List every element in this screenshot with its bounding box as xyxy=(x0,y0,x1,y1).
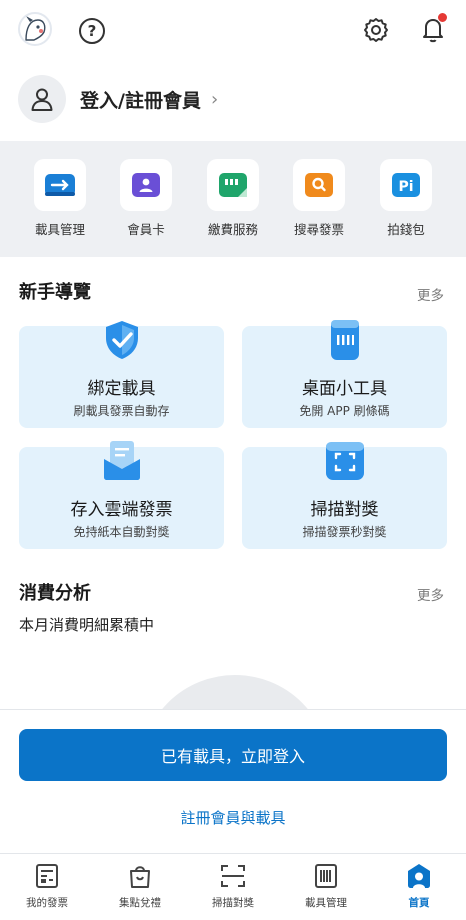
guide-card-title: 掃描對獎 xyxy=(310,500,379,520)
analysis-more-link[interactable]: 更多 xyxy=(417,584,444,604)
chevron-right-icon: › xyxy=(210,88,219,110)
tab-label: 首頁 xyxy=(408,897,430,909)
invoice-icon xyxy=(33,862,61,890)
help-glyph: ? xyxy=(87,22,97,40)
tool-pi-wallet[interactable]: Pi 拍錢包 xyxy=(366,159,446,238)
guide-card-subtitle: 掃描發票秒對獎 xyxy=(302,525,387,539)
tab-my-invoices[interactable]: 我的發票 xyxy=(7,862,87,910)
tool-member-card[interactable]: 會員卡 xyxy=(106,159,186,238)
login-label: 登入/註冊會員 xyxy=(80,89,201,112)
guide-card-title: 桌面小工具 xyxy=(302,379,387,399)
carrier-card-icon xyxy=(34,159,86,211)
analysis-status-text: 本月消費明細累積中 xyxy=(19,616,155,634)
tool-label: 載具管理 xyxy=(34,222,85,237)
tab-scan-prize[interactable]: 掃描對獎 xyxy=(193,862,273,910)
quick-tools: 載具管理 會員卡 繳費服務 搜尋發票 Pi 拍錢包 xyxy=(0,141,466,257)
tool-search-invoice[interactable]: 搜尋發票 xyxy=(279,159,359,238)
svg-text:Pi: Pi xyxy=(398,179,413,195)
search-invoice-icon xyxy=(293,159,345,211)
tool-label: 搜尋發票 xyxy=(293,222,344,237)
scan-icon xyxy=(219,862,247,890)
login-with-carrier-button[interactable]: 已有載具，立即登入 xyxy=(19,729,447,781)
guide-card-bind-carrier[interactable]: 綁定載具 刷載具發票自動存 xyxy=(19,321,224,428)
guide-card-title: 存入雲端發票 xyxy=(70,500,173,520)
shield-check-icon xyxy=(100,318,144,362)
tab-label: 我的發票 xyxy=(26,897,68,909)
guide-more-link[interactable]: 更多 xyxy=(417,284,444,304)
guide-card-subtitle: 刷載具發票自動存 xyxy=(73,404,170,418)
bottom-tab-bar: 我的發票 集點兌禮 掃描對獎 載具管理 首頁 xyxy=(0,853,466,920)
guide-card-subtitle: 免開 APP 刷條碼 xyxy=(299,404,390,418)
shopping-bag-icon xyxy=(126,862,154,890)
tool-label: 會員卡 xyxy=(127,222,165,237)
guide-card-cloud-invoice[interactable]: 存入雲端發票 免持紙本自動對獎 xyxy=(19,441,224,549)
tool-bill-payment[interactable]: 繳費服務 xyxy=(193,159,273,238)
guide-card-subtitle: 免持紙本自動對獎 xyxy=(73,525,170,539)
home-icon xyxy=(405,862,433,890)
guide-card-desktop-widget[interactable]: 桌面小工具 免開 APP 刷條碼 xyxy=(242,320,447,428)
tab-label: 載具管理 xyxy=(305,897,347,909)
guide-card-title: 綁定載具 xyxy=(87,379,156,399)
gear-icon[interactable] xyxy=(362,16,390,44)
register-member-link[interactable]: 註冊會員與載具 xyxy=(0,807,466,828)
help-icon[interactable]: ? xyxy=(79,18,105,44)
bill-payment-icon xyxy=(207,159,259,211)
tab-label: 集點兌禮 xyxy=(119,897,161,909)
tab-points-redeem[interactable]: 集點兌禮 xyxy=(100,862,180,910)
cloud-invoice-icon xyxy=(100,439,144,483)
tab-carrier-management[interactable]: 載具管理 xyxy=(286,862,366,910)
guide-card-scan-prize[interactable]: 掃描對獎 掃描發票秒對獎 xyxy=(242,442,447,549)
user-avatar-icon[interactable] xyxy=(18,12,52,46)
notification-dot xyxy=(437,12,448,23)
tool-label: 拍錢包 xyxy=(387,222,425,237)
person-icon xyxy=(18,75,66,123)
login-register-link[interactable]: 登入/註冊會員 › xyxy=(18,74,218,124)
pi-wallet-icon: Pi xyxy=(380,159,432,211)
login-action-panel: 已有載具，立即登入 註冊會員與載具 xyxy=(0,709,466,853)
tab-label: 掃描對獎 xyxy=(212,897,254,909)
guide-section-title: 新手導覽 xyxy=(19,282,91,303)
tool-label: 繳費服務 xyxy=(207,222,258,237)
barcode-icon xyxy=(312,862,340,890)
member-card-icon xyxy=(120,159,172,211)
barcode-widget-icon xyxy=(323,318,367,362)
tool-carrier-management[interactable]: 載具管理 xyxy=(20,159,100,238)
tab-home[interactable]: 首頁 xyxy=(379,862,459,910)
scan-frame-icon xyxy=(323,439,367,483)
analysis-section-title: 消費分析 xyxy=(19,583,91,604)
top-bar: ? xyxy=(0,0,466,60)
